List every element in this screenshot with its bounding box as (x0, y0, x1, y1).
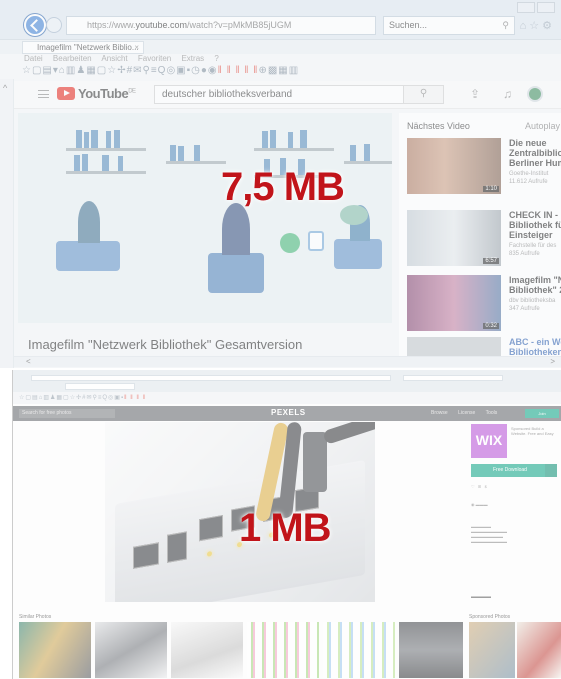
chevron-left-icon[interactable]: < (26, 357, 31, 366)
browser-toolbar (13, 370, 561, 392)
address-bar[interactable]: https://www.youtube.com/watch?v=pMkMB85j… (66, 16, 376, 35)
video-title[interactable]: Die neueZentralbibliotBerliner Humb (509, 138, 561, 168)
menu-item[interactable]: Datei (24, 54, 43, 63)
list-item[interactable]: 1:10 Die neueZentralbibliotBerliner Humb… (407, 138, 561, 198)
youtube-screenshot: https://www.youtube.com/watch?v=pMkMB85j… (0, 0, 561, 368)
similar-photos-heading: Similar Photos (19, 614, 52, 620)
left-scroll-rail[interactable]: ^ (0, 79, 14, 368)
file-size-label: 7,5 MB (221, 165, 345, 209)
pexels-sidebar: WIX Sponsored Build a Website. Free and … (469, 424, 561, 614)
close-icon[interactable]: × (134, 43, 139, 52)
nav-tools[interactable]: Tools (486, 410, 498, 416)
free-download-button[interactable]: Free Download (471, 464, 557, 477)
sponsored-photo[interactable] (469, 622, 515, 678)
chevron-down-icon[interactable] (545, 464, 557, 477)
address-bar[interactable] (31, 375, 391, 381)
duration-badge: 6:57 (483, 258, 499, 264)
similar-photo[interactable] (399, 622, 463, 678)
similar-photo[interactable] (95, 622, 167, 678)
upload-icon[interactable]: ⇪ (470, 87, 480, 101)
wifi-icon (280, 233, 300, 253)
menu-icon[interactable] (38, 90, 49, 98)
video-player[interactable] (18, 113, 392, 323)
video-title[interactable]: ABC - ein WebBibliotheken (509, 337, 561, 357)
browser-search-input[interactable] (403, 375, 503, 381)
tab-strip: Imagefilm "Netzwerk Biblio... × (0, 40, 561, 54)
up-next-sidebar: Nächstes Video Autoplay 1:10 Die neue Zen… (399, 113, 561, 361)
follow-section: ▬▬▬▬ (471, 594, 491, 600)
menu-item[interactable]: Ansicht (101, 54, 127, 63)
like-collect-donate-icons[interactable]: ♡ ⊞ $ (471, 484, 487, 489)
favorites-bar[interactable]: ☆▢▤▾⌂▥♟▦▢☆✢#✉⚲≡Q◎▣▪◷●◉‖ ‖ ‖ ‖ ‖⊕▩▦▥ (0, 65, 561, 79)
maximize-button[interactable] (537, 2, 555, 13)
document-icon (308, 231, 324, 251)
video-meta: Goethe-Institut 11.612 Aufrufe (509, 171, 549, 185)
video-title: Imagefilm "Netzwerk Bibliothek" Gesamtve… (28, 337, 303, 352)
search-button[interactable]: ⚲ (404, 85, 444, 104)
autoplay-toggle[interactable]: Autoplay (525, 121, 560, 131)
menu-item[interactable]: Extras (181, 54, 204, 63)
ad-text[interactable]: Sponsored Build a Website. Free and Easy (511, 426, 559, 436)
pexels-logo[interactable]: PEXELS (271, 408, 306, 417)
minimize-button[interactable] (517, 2, 535, 13)
photographer-avatar[interactable]: ◉ ▬▬▬ (471, 502, 488, 507)
similar-photo[interactable] (247, 622, 319, 678)
wix-ad-logo[interactable]: WIX (471, 424, 507, 458)
join-button[interactable]: Join (525, 409, 559, 418)
chevron-right-icon[interactable]: > (550, 357, 555, 366)
list-item[interactable]: 0:32 Imagefilm "NBibliothek" 20 dbv bibl… (407, 275, 561, 335)
avatar[interactable] (527, 86, 543, 102)
video-title[interactable]: CHECK IN -Bibliothek fürEinsteiger (509, 210, 561, 240)
video-meta: Fachstelle für des 835 Aufrufe (509, 243, 557, 257)
video-title[interactable]: Imagefilm "NBibliothek" 20 (509, 275, 561, 295)
youtube-search-input[interactable]: deutscher bibliotheksverband (154, 85, 404, 104)
video-thumbnail[interactable]: 6:57 (407, 210, 501, 266)
video-thumbnail[interactable]: 0:32 (407, 275, 501, 331)
up-next-heading: Nächstes Video (407, 121, 470, 131)
pexels-screenshot: ☆▢▤⌂▥♟▦▢☆✢#✉⚲≡Q◎▣▪‖ ‖ ‖ ‖ Search for fre… (12, 370, 561, 679)
horizontal-scrollbar[interactable]: < > (14, 356, 561, 367)
pexels-nav: Browse License Tools (431, 410, 506, 416)
menu-bar: Datei Bearbeiten Ansicht Favoriten Extra… (0, 54, 561, 65)
similar-photo[interactable] (323, 622, 395, 678)
license-info: ▬▬▬▬▬ ▬▬▬▬▬▬▬▬▬ ▬▬▬▬▬▬▬▬ ▬▬▬▬▬▬▬▬▬ (471, 524, 507, 544)
youtube-logo-icon[interactable] (57, 87, 75, 100)
duration-badge: 1:10 (483, 186, 499, 192)
home-star-gear-icons[interactable]: ⌂☆⚙ (520, 19, 555, 32)
window-controls (517, 2, 555, 13)
browser-tab[interactable]: Imagefilm "Netzwerk Biblio... × (22, 41, 144, 54)
forward-button[interactable] (46, 17, 62, 33)
duration-badge: 0:32 (483, 323, 499, 329)
browser-tab[interactable] (65, 383, 135, 390)
youtube-header: YouTubeDE deutscher bibliotheksverband ⚲… (14, 81, 561, 109)
video-thumbnail[interactable]: 1:10 (407, 138, 501, 194)
similar-photo[interactable] (19, 622, 91, 678)
similar-photo[interactable] (171, 622, 243, 678)
menu-item[interactable]: Bearbeiten (53, 54, 92, 63)
video-meta: dbv bibliotheksba 347 Aufrufe (509, 298, 556, 312)
file-size-label: 1 MB (239, 506, 332, 550)
pexels-header: Search for free photos PEXELS Browse Lic… (13, 406, 561, 421)
browser-search-input[interactable]: Suchen... ⚲ (383, 16, 515, 35)
chevron-up-icon[interactable]: ^ (3, 83, 7, 93)
bell-icon[interactable]: ♫ (503, 87, 512, 101)
favorites-bar[interactable]: ☆▢▤⌂▥♟▦▢☆✢#✉⚲≡Q◎▣▪‖ ‖ ‖ ‖ (13, 392, 561, 404)
sponsored-photos-heading: Sponsored Photos (469, 614, 511, 620)
list-item[interactable]: 6:57 CHECK IN -Bibliothek fürEinsteiger … (407, 210, 561, 270)
back-button[interactable] (24, 14, 46, 36)
menu-item[interactable]: ? (214, 54, 218, 63)
nav-license[interactable]: License (458, 410, 475, 416)
youtube-logo-text[interactable]: YouTubeDE (78, 86, 136, 101)
pexels-search-input[interactable]: Search for free photos (19, 409, 115, 418)
browser-toolbar: https://www.youtube.com/watch?v=pMkMB85j… (0, 0, 561, 40)
menu-item[interactable]: Favoriten (138, 54, 171, 63)
nav-browse[interactable]: Browse (431, 410, 448, 416)
search-icon: ⚲ (502, 20, 509, 30)
sponsored-photo[interactable] (517, 622, 561, 678)
